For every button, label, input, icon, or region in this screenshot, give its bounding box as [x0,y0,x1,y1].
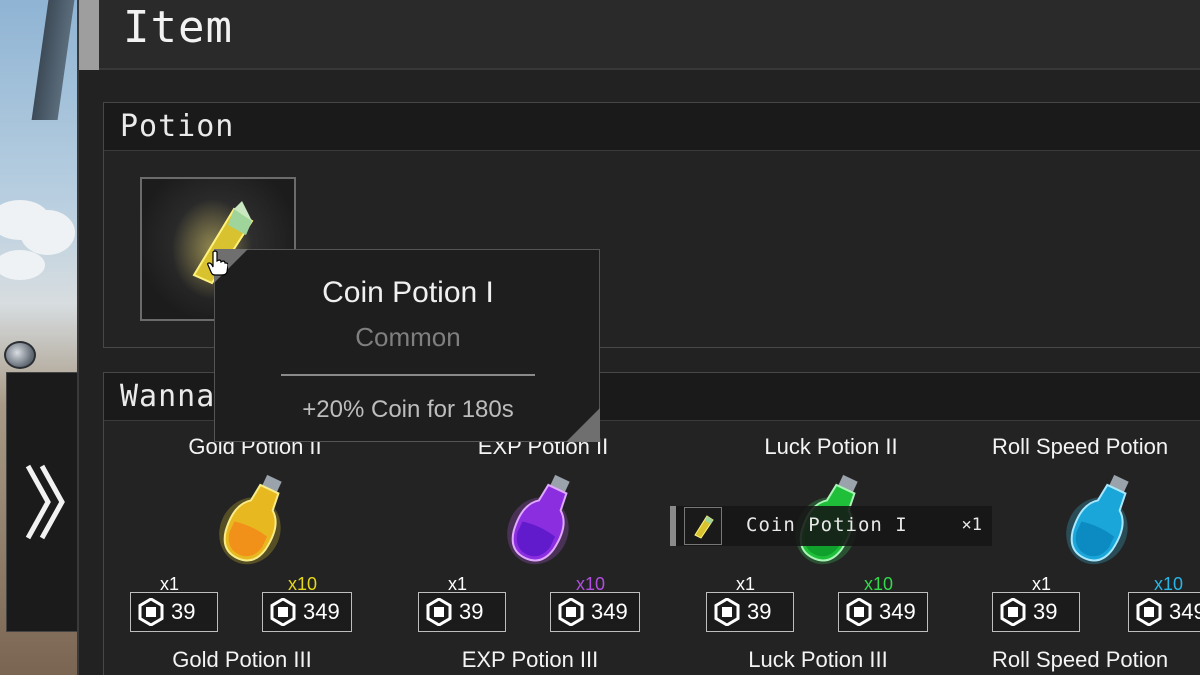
buy-x10-button[interactable]: 349 [550,592,640,632]
buy-x10-button[interactable]: 349 [262,592,352,632]
shop-item-name: Gold Potion III [172,647,312,672]
potion-panel-header: Potion [104,103,1200,151]
exp-potion-bottle-icon [507,474,570,565]
tooltip-item-description: +20% Coin for 180s [302,396,514,423]
robux-icon [138,598,164,626]
notification-item-count: ×1 [961,515,982,535]
tooltip-item-rarity: Common [355,322,461,352]
shop-item-exp-potion-3: EXP Potion III [405,647,655,675]
shop-item-name: Roll Speed Potion [992,647,1169,672]
window-title: Item [123,2,233,53]
price-x10: 349 [1169,599,1200,624]
robux-icon [714,598,740,626]
price-x1: 39 [1033,599,1058,624]
price-x10: 349 [303,599,340,624]
shop-item-roll-speed-potion: Roll Speed Potion x1 x10 39 349 [950,434,1200,664]
robux-icon [558,598,584,626]
shop-item-luck-potion-3: Luck Potion III [693,647,943,675]
settings-gear-icon[interactable] [4,341,36,369]
price-x1: 39 [459,599,484,624]
cloud [0,250,45,280]
robux-icon [846,598,872,626]
hand-cursor-icon [207,250,228,276]
buy-x1-button[interactable]: 39 [130,592,218,632]
buy-x1-button[interactable]: 39 [418,592,506,632]
price-x1: 39 [171,599,196,624]
buy-x10-button[interactable]: 349 [1128,592,1200,632]
robux-icon [426,598,452,626]
title-accent-bar [79,0,99,70]
robux-icon [270,598,296,626]
price-x1: 39 [747,599,772,624]
collapse-side-tab-button[interactable] [6,372,86,632]
shop-item-luck-potion-2: Luck Potion II x1 x10 39 349 [706,434,956,664]
title-bar: Item [79,0,1200,70]
shop-section-title: Wanna [120,379,216,414]
tower-scenery [31,0,75,120]
tooltip-divider [281,374,535,376]
item-obtained-notification: Coin Potion I ×1 [670,506,992,546]
coin-potion-mini-icon [684,507,722,545]
shop-item-gold-potion-3: Gold Potion III [117,647,367,675]
shop-item-name: Luck Potion III [748,647,888,672]
shop-item-roll-speed-potion-2: Roll Speed Potion [950,647,1200,675]
buy-x10-button[interactable]: 349 [838,592,928,632]
double-chevron-right-icon [25,464,65,540]
robux-icon [1000,598,1026,626]
notification-item-name: Coin Potion I [746,514,908,536]
gold-potion-bottle-icon [219,474,282,565]
item-tooltip: Coin Potion I Common +20% Coin for 180s [214,249,600,442]
price-x10: 349 [591,599,628,624]
robux-icon [1136,598,1162,626]
buy-x1-button[interactable]: 39 [992,592,1080,632]
shop-item-name: Luck Potion II [764,434,898,459]
tooltip-item-name: Coin Potion I [322,276,494,309]
shop-item-name: Roll Speed Potion [992,434,1169,459]
cloud [20,210,75,255]
potion-section-title: Potion [120,109,235,144]
shop-item-name: EXP Potion III [461,647,599,672]
shop-item-exp-potion-2: EXP Potion II x1 x10 39 349 [418,434,668,664]
shop-item-gold-potion-2: Gold Potion II x1 x10 39 349 [130,434,380,664]
price-x10: 349 [879,599,916,624]
buy-x1-button[interactable]: 39 [706,592,794,632]
roll-speed-potion-bottle-icon [1066,474,1129,565]
